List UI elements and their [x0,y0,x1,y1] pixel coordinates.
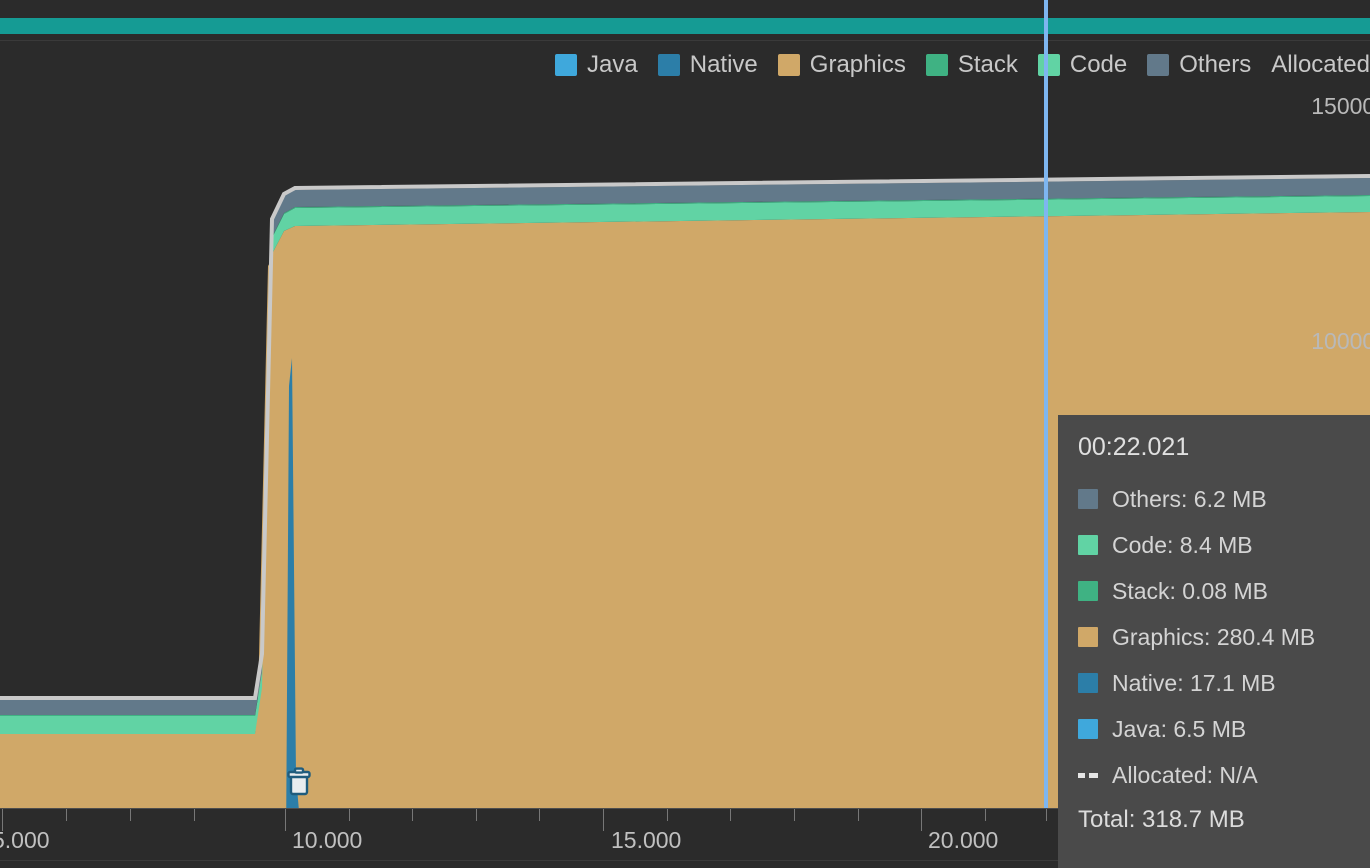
tooltip-swatch-icon [1078,581,1098,601]
legend-item-graphics[interactable]: Graphics [777,51,906,78]
legend-swatch-graphics-icon [777,54,800,76]
x-axis-major-tick [921,809,922,831]
x-axis-minor-tick [349,809,350,821]
legend-item-native[interactable]: Native [657,51,758,78]
memory-tooltip: 00:22.021 Others: 6.2 MB Code: 8.4 MB Stac… [1058,415,1370,868]
x-axis-minor-tick [985,809,986,821]
session-event-bar[interactable] [0,18,1370,34]
tooltip-swatch-icon [1078,627,1098,647]
x-axis-label: 15.000 [611,827,682,853]
tooltip-row-label: Graphics: 280.4 MB [1112,623,1316,650]
x-axis-minor-tick [412,809,413,821]
x-axis-minor-tick [476,809,477,821]
legend-item-code[interactable]: Code [1037,51,1128,78]
x-axis-minor-tick [194,809,195,821]
tooltip-row: Java: 6.5 MB [1078,706,1370,752]
x-axis-minor-tick [858,809,859,821]
tooltip-row: Native: 17.1 MB [1078,660,1370,706]
legend-swatch-stack-icon [925,54,948,76]
tooltip-row: Stack: 0.08 MB [1078,568,1370,614]
x-axis-label: 5.000 [0,827,50,853]
time-cursor-line[interactable] [1044,0,1048,808]
tooltip-row-label: Code: 8.4 MB [1112,531,1253,558]
legend-label: Stack [957,51,1018,78]
tooltip-row: Allocated: N/A [1078,752,1370,798]
tooltip-row: Graphics: 280.4 MB [1078,614,1370,660]
gc-trash-icon[interactable] [284,767,314,797]
x-axis-major-tick [285,809,286,831]
legend-label: Native [689,51,758,78]
x-axis-major-tick [603,809,604,831]
legend-swatch-code-icon [1037,54,1060,76]
x-axis-minor-tick [794,809,795,821]
memory-profiler-view: Java Native Graphics Stack Code Others Allocat… [0,0,1370,868]
tooltip-swatch-icon [1078,535,1098,555]
legend-item-stack[interactable]: Stack [925,51,1018,78]
top-strip [0,0,1370,18]
x-axis-minor-tick [730,809,731,821]
tooltip-row-label: Java: 6.5 MB [1112,715,1247,742]
legend-label: Allocated [1271,51,1370,78]
chart-legend: Java Native Graphics Stack Code Others Allocat… [0,44,1370,86]
legend-swatch-java-icon [555,54,578,76]
tooltip-swatch-icon [1078,489,1098,509]
top-divider [0,40,1370,41]
x-axis-label: 10.000 [292,827,363,853]
y-axis-label: 150000 [1311,93,1370,119]
legend-item-java[interactable]: Java [555,53,638,77]
dashed-line-icon [1078,765,1098,785]
x-axis-minor-tick [667,809,668,821]
tooltip-row: Others: 6.2 MB [1078,476,1370,522]
legend-label: Code [1069,51,1128,78]
x-axis-label: 20.000 [928,827,999,853]
tooltip-swatch-icon [1078,719,1098,739]
y-axis-label: 100000 [1311,328,1370,354]
tooltip-row-label: Allocated: N/A [1112,761,1258,788]
tooltip-timestamp: 00:22.021 [1078,433,1190,461]
tooltip-total: Total: 318.7 MB [1078,806,1245,833]
legend-swatch-others-icon [1147,54,1170,76]
legend-item-allocated[interactable]: Allocated [1271,53,1370,77]
x-axis-minor-tick [130,809,131,821]
legend-label: Graphics [809,51,906,78]
legend-label: Java [587,51,638,78]
tooltip-row-label: Native: 17.1 MB [1112,669,1276,696]
tooltip-swatch-icon [1078,673,1098,693]
tooltip-row: Code: 8.4 MB [1078,522,1370,568]
tooltip-row-label: Others: 6.2 MB [1112,485,1267,512]
legend-item-others[interactable]: Others [1147,53,1251,77]
x-axis-minor-tick [539,809,540,821]
x-axis-minor-tick [1046,809,1047,821]
x-axis-minor-tick [66,809,67,821]
tooltip-row-label: Stack: 0.08 MB [1112,577,1268,604]
tooltip-rows: Others: 6.2 MB Code: 8.4 MB Stack: 0.08 MB… [1078,476,1370,798]
legend-label: Others [1179,51,1252,78]
legend-swatch-native-icon [657,54,680,76]
